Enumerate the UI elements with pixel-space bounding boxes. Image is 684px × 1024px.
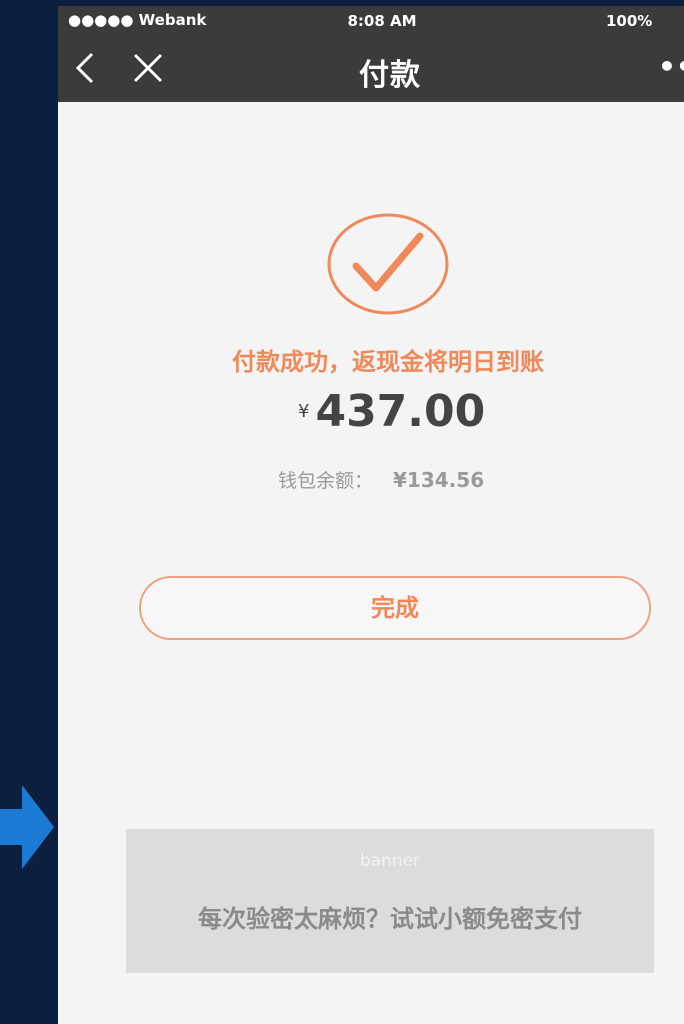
page-title-wrap: 付款 (58, 50, 684, 94)
balance-value: ¥134.56 (393, 468, 485, 492)
outer-background (0, 0, 58, 1024)
balance-label: 钱包余额： (278, 470, 374, 492)
status-time-wrap: 8:08 AM (58, 12, 684, 30)
done-button[interactable]: 完成 (139, 576, 651, 640)
arrow-right-icon (0, 785, 54, 869)
promo-banner[interactable]: banner 每次验密太麻烦？试试小额免密支付 (126, 829, 654, 973)
battery-label: 100% (606, 12, 653, 30)
page-title: 付款 (359, 58, 421, 93)
banner-text: 每次验密太麻烦？试试小额免密支付 (198, 905, 582, 933)
amount-value: 437.00 (315, 386, 486, 437)
wallet-balance: 钱包余额： ¥134.56 (278, 466, 484, 493)
status-bar: ●●●●● Webank 8:08 AM 100% (58, 6, 684, 36)
check-circle-icon (327, 213, 449, 315)
currency-symbol: ¥ (298, 401, 310, 422)
more-dots-icon[interactable]: •• (658, 50, 684, 83)
payment-amount: ¥437.00 (298, 386, 485, 437)
phone-screen: ●●●●● Webank 8:08 AM 100% 付款 •• 付款成功，返现金… (58, 6, 684, 1024)
banner-label: banner (359, 851, 421, 871)
clock-label: 8:08 AM (347, 12, 417, 30)
success-message: 付款成功，返现金将明日到账 (232, 348, 544, 376)
nav-bar: 付款 •• (58, 36, 684, 102)
